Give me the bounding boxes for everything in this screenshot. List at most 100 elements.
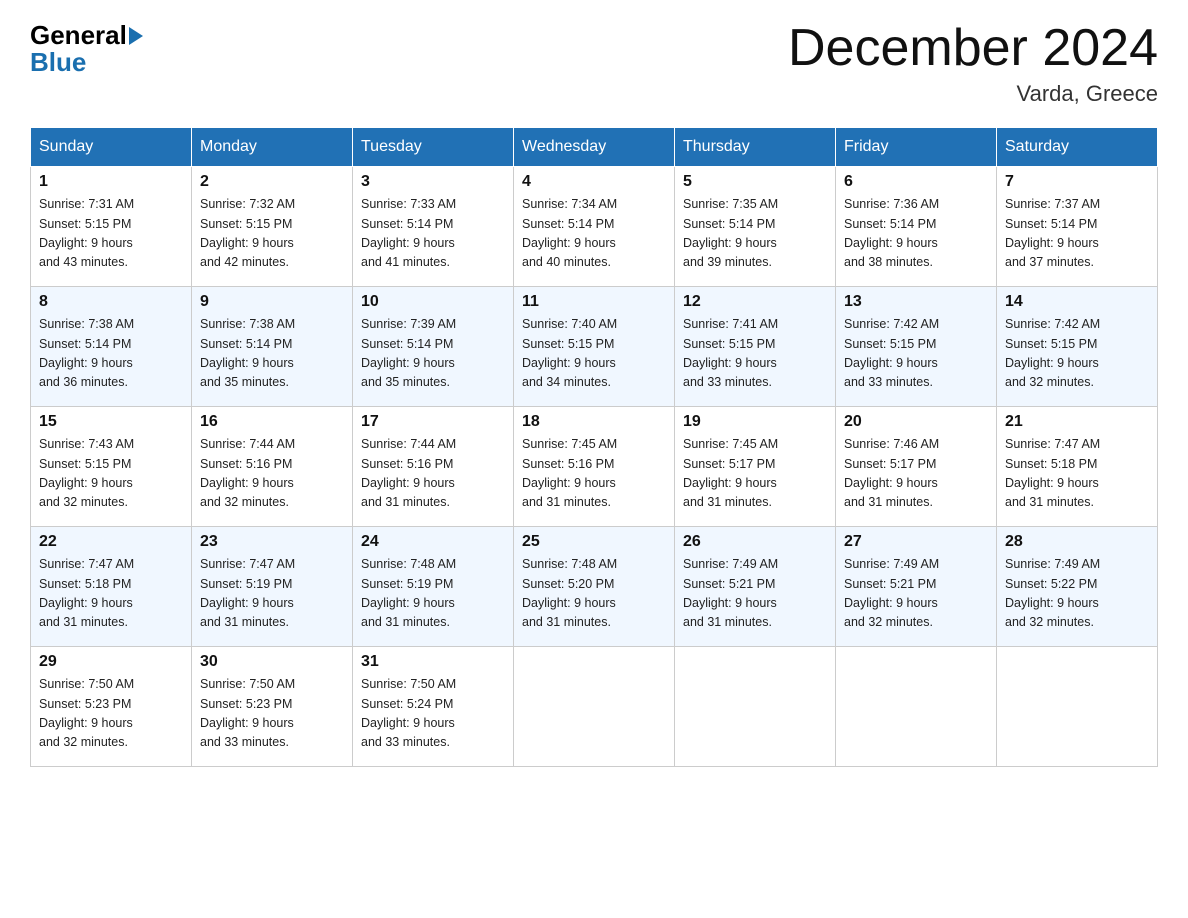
- day-number: 2: [200, 173, 344, 191]
- day-info: Sunrise: 7:38 AMSunset: 5:14 PMDaylight:…: [39, 315, 183, 393]
- day-info: Sunrise: 7:44 AMSunset: 5:16 PMDaylight:…: [200, 435, 344, 513]
- calendar-cell: 15Sunrise: 7:43 AMSunset: 5:15 PMDayligh…: [31, 407, 192, 527]
- calendar-cell: 26 Sunrise: 7:49 AMSunset: 5:21 PMDayligh…: [675, 527, 836, 647]
- day-number: 22: [39, 533, 183, 551]
- calendar-cell: 4 Sunrise: 7:34 AMSunset: 5:14 PMDaylight…: [514, 167, 675, 287]
- col-header-sunday: Sunday: [31, 128, 192, 167]
- day-info: Sunrise: 7:50 AMSunset: 5:24 PMDaylight:…: [361, 675, 505, 753]
- day-info: Sunrise: 7:38 AMSunset: 5:14 PMDaylight:…: [200, 315, 344, 393]
- day-info: Sunrise: 7:40 AMSunset: 5:15 PMDaylight:…: [522, 315, 666, 393]
- day-info: Sunrise: 7:47 AMSunset: 5:18 PMDaylight:…: [39, 555, 183, 633]
- col-header-saturday: Saturday: [997, 128, 1158, 167]
- day-info: Sunrise: 7:42 AMSunset: 5:15 PMDaylight:…: [844, 315, 988, 393]
- day-number: 23: [200, 533, 344, 551]
- day-number: 30: [200, 653, 344, 671]
- day-number: 12: [683, 293, 827, 311]
- calendar-cell: 16Sunrise: 7:44 AMSunset: 5:16 PMDayligh…: [192, 407, 353, 527]
- calendar-cell: 18 Sunrise: 7:45 AMSunset: 5:16 PMDayligh…: [514, 407, 675, 527]
- calendar-cell: 10 Sunrise: 7:39 AMSunset: 5:14 PMDayligh…: [353, 287, 514, 407]
- calendar-week-row: 29Sunrise: 7:50 AMSunset: 5:23 PMDayligh…: [31, 647, 1158, 767]
- calendar-week-row: 1 Sunrise: 7:31 AMSunset: 5:15 PMDaylight…: [31, 167, 1158, 287]
- day-number: 25: [522, 533, 666, 551]
- day-number: 26: [683, 533, 827, 551]
- day-info: Sunrise: 7:36 AMSunset: 5:14 PMDaylight:…: [844, 195, 988, 273]
- title-section: December 2024 Varda, Greece: [788, 20, 1158, 107]
- calendar-cell: 28Sunrise: 7:49 AMSunset: 5:22 PMDayligh…: [997, 527, 1158, 647]
- month-title: December 2024: [788, 20, 1158, 77]
- calendar-cell: 22 Sunrise: 7:47 AMSunset: 5:18 PMDayligh…: [31, 527, 192, 647]
- calendar-cell: 12Sunrise: 7:41 AMSunset: 5:15 PMDayligh…: [675, 287, 836, 407]
- calendar-cell: 5Sunrise: 7:35 AMSunset: 5:14 PMDaylight…: [675, 167, 836, 287]
- calendar-cell: 11Sunrise: 7:40 AMSunset: 5:15 PMDayligh…: [514, 287, 675, 407]
- calendar-cell: 2 Sunrise: 7:32 AMSunset: 5:15 PMDaylight…: [192, 167, 353, 287]
- day-info: Sunrise: 7:37 AMSunset: 5:14 PMDaylight:…: [1005, 195, 1149, 273]
- day-info: Sunrise: 7:50 AMSunset: 5:23 PMDaylight:…: [200, 675, 344, 753]
- col-header-monday: Monday: [192, 128, 353, 167]
- day-info: Sunrise: 7:49 AMSunset: 5:21 PMDaylight:…: [844, 555, 988, 633]
- logo-blue: Blue: [30, 47, 86, 77]
- day-number: 19: [683, 413, 827, 431]
- day-number: 4: [522, 173, 666, 191]
- day-info: Sunrise: 7:33 AMSunset: 5:14 PMDaylight:…: [361, 195, 505, 273]
- calendar-cell: [675, 647, 836, 767]
- calendar-cell: 27 Sunrise: 7:49 AMSunset: 5:21 PMDayligh…: [836, 527, 997, 647]
- day-info: Sunrise: 7:48 AMSunset: 5:20 PMDaylight:…: [522, 555, 666, 633]
- day-info: Sunrise: 7:45 AMSunset: 5:17 PMDaylight:…: [683, 435, 827, 513]
- day-number: 18: [522, 413, 666, 431]
- day-info: Sunrise: 7:47 AMSunset: 5:18 PMDaylight:…: [1005, 435, 1149, 513]
- calendar-cell: 6 Sunrise: 7:36 AMSunset: 5:14 PMDaylight…: [836, 167, 997, 287]
- calendar-cell: 13 Sunrise: 7:42 AMSunset: 5:15 PMDayligh…: [836, 287, 997, 407]
- day-info: Sunrise: 7:31 AMSunset: 5:15 PMDaylight:…: [39, 195, 183, 273]
- calendar-cell: 17 Sunrise: 7:44 AMSunset: 5:16 PMDayligh…: [353, 407, 514, 527]
- calendar-week-row: 15Sunrise: 7:43 AMSunset: 5:15 PMDayligh…: [31, 407, 1158, 527]
- day-number: 13: [844, 293, 988, 311]
- calendar-cell: 21Sunrise: 7:47 AMSunset: 5:18 PMDayligh…: [997, 407, 1158, 527]
- calendar-table: SundayMondayTuesdayWednesdayThursdayFrid…: [30, 127, 1158, 767]
- day-number: 1: [39, 173, 183, 191]
- calendar-cell: 14Sunrise: 7:42 AMSunset: 5:15 PMDayligh…: [997, 287, 1158, 407]
- col-header-thursday: Thursday: [675, 128, 836, 167]
- day-info: Sunrise: 7:49 AMSunset: 5:22 PMDaylight:…: [1005, 555, 1149, 633]
- day-info: Sunrise: 7:35 AMSunset: 5:14 PMDaylight:…: [683, 195, 827, 273]
- col-header-friday: Friday: [836, 128, 997, 167]
- page-header: General Blue December 2024 Varda, Greece: [30, 20, 1158, 107]
- day-info: Sunrise: 7:39 AMSunset: 5:14 PMDaylight:…: [361, 315, 505, 393]
- calendar-cell: 8Sunrise: 7:38 AMSunset: 5:14 PMDaylight…: [31, 287, 192, 407]
- calendar-cell: 25 Sunrise: 7:48 AMSunset: 5:20 PMDayligh…: [514, 527, 675, 647]
- col-header-wednesday: Wednesday: [514, 128, 675, 167]
- day-number: 17: [361, 413, 505, 431]
- day-number: 24: [361, 533, 505, 551]
- day-number: 31: [361, 653, 505, 671]
- calendar-cell: [514, 647, 675, 767]
- day-info: Sunrise: 7:34 AMSunset: 5:14 PMDaylight:…: [522, 195, 666, 273]
- day-info: Sunrise: 7:43 AMSunset: 5:15 PMDaylight:…: [39, 435, 183, 513]
- day-number: 20: [844, 413, 988, 431]
- calendar-week-row: 8Sunrise: 7:38 AMSunset: 5:14 PMDaylight…: [31, 287, 1158, 407]
- calendar-week-row: 22 Sunrise: 7:47 AMSunset: 5:18 PMDayligh…: [31, 527, 1158, 647]
- calendar-header-row: SundayMondayTuesdayWednesdayThursdayFrid…: [31, 128, 1158, 167]
- calendar-cell: 20 Sunrise: 7:46 AMSunset: 5:17 PMDayligh…: [836, 407, 997, 527]
- calendar-cell: 31 Sunrise: 7:50 AMSunset: 5:24 PMDayligh…: [353, 647, 514, 767]
- day-info: Sunrise: 7:45 AMSunset: 5:16 PMDaylight:…: [522, 435, 666, 513]
- calendar-cell: 1 Sunrise: 7:31 AMSunset: 5:15 PMDaylight…: [31, 167, 192, 287]
- day-info: Sunrise: 7:50 AMSunset: 5:23 PMDaylight:…: [39, 675, 183, 753]
- day-number: 10: [361, 293, 505, 311]
- calendar-cell: 23 Sunrise: 7:47 AMSunset: 5:19 PMDayligh…: [192, 527, 353, 647]
- day-info: Sunrise: 7:32 AMSunset: 5:15 PMDaylight:…: [200, 195, 344, 273]
- day-number: 3: [361, 173, 505, 191]
- calendar-cell: 9Sunrise: 7:38 AMSunset: 5:14 PMDaylight…: [192, 287, 353, 407]
- day-number: 6: [844, 173, 988, 191]
- day-number: 27: [844, 533, 988, 551]
- day-info: Sunrise: 7:46 AMSunset: 5:17 PMDaylight:…: [844, 435, 988, 513]
- day-info: Sunrise: 7:48 AMSunset: 5:19 PMDaylight:…: [361, 555, 505, 633]
- calendar-cell: 24 Sunrise: 7:48 AMSunset: 5:19 PMDayligh…: [353, 527, 514, 647]
- day-info: Sunrise: 7:47 AMSunset: 5:19 PMDaylight:…: [200, 555, 344, 633]
- col-header-tuesday: Tuesday: [353, 128, 514, 167]
- calendar-cell: 7Sunrise: 7:37 AMSunset: 5:14 PMDaylight…: [997, 167, 1158, 287]
- day-info: Sunrise: 7:44 AMSunset: 5:16 PMDaylight:…: [361, 435, 505, 513]
- calendar-cell: [997, 647, 1158, 767]
- day-info: Sunrise: 7:49 AMSunset: 5:21 PMDaylight:…: [683, 555, 827, 633]
- calendar-cell: 19 Sunrise: 7:45 AMSunset: 5:17 PMDayligh…: [675, 407, 836, 527]
- calendar-cell: 30 Sunrise: 7:50 AMSunset: 5:23 PMDayligh…: [192, 647, 353, 767]
- calendar-cell: 29Sunrise: 7:50 AMSunset: 5:23 PMDayligh…: [31, 647, 192, 767]
